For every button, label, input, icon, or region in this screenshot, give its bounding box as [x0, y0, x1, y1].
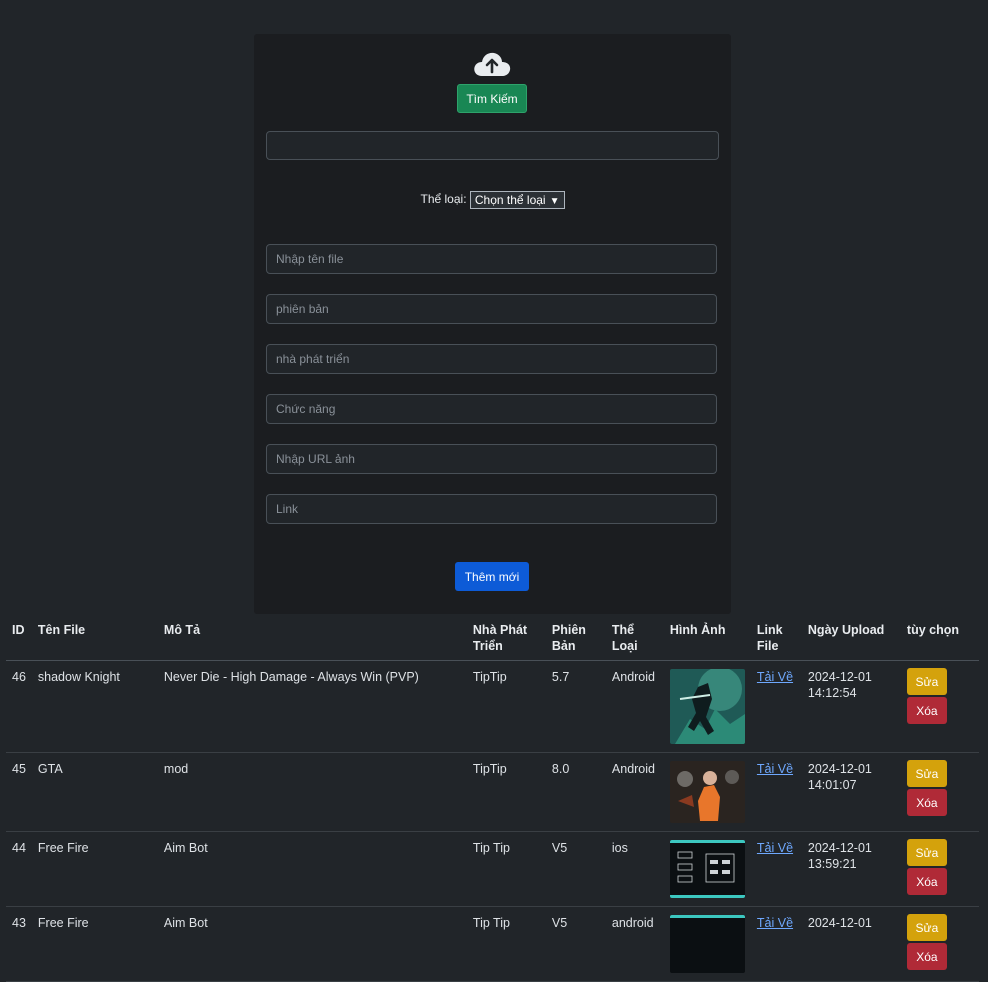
cell-link: Tải Về [750, 831, 802, 907]
table-row: 46 shadow Knight Never Die - High Damage… [6, 660, 979, 753]
table-row: 44 Free Fire Aim Bot Tip Tip V5 ios Tải … [6, 831, 979, 907]
cell-category: android [605, 906, 664, 982]
col-dev: Nhà Phát Triển [466, 616, 546, 661]
upload-date: 2024-12-01 [807, 670, 872, 684]
shadow-knight-thumbnail [669, 669, 745, 744]
upload-date: 2024-12-01 [807, 916, 872, 930]
col-image: Hình Ảnh [663, 616, 751, 661]
cell-options: Sửa Xóa [900, 752, 979, 832]
cell-link: Tải Về [750, 752, 802, 832]
cell-version: 5.7 [545, 660, 606, 753]
chevron-down-icon: ▼ [549, 196, 560, 207]
upload-time: 13:59:21 [807, 857, 857, 871]
free-fire-thumbnail [669, 915, 745, 973]
cell-desc: Aim Bot [157, 906, 467, 982]
files-table: ID Tên File Mô Tả Nhà Phát Triển Phiên B… [6, 616, 979, 982]
edit-button[interactable]: Sửa [906, 914, 947, 941]
table-row: 45 GTA mod TipTip 8.0 Android Tải Về 202… [6, 752, 979, 832]
add-new-button[interactable]: Thêm mới [455, 562, 529, 591]
delete-button[interactable]: Xóa [906, 789, 947, 816]
link-input[interactable] [266, 494, 717, 524]
function-input[interactable] [266, 394, 717, 424]
cell-desc: Aim Bot [157, 831, 467, 907]
cell-id: 44 [6, 831, 32, 907]
cell-date: 2024-12-01 13:59:21 [801, 831, 901, 907]
category-select-value: Chọn thể loại [474, 193, 546, 207]
cell-link: Tải Về [750, 906, 802, 982]
cell-id: 45 [6, 752, 32, 832]
delete-button[interactable]: Xóa [906, 697, 947, 724]
download-link[interactable]: Tải Về [757, 762, 793, 776]
category-label: Thể loại: [420, 192, 467, 207]
col-options: tùy chọn [900, 616, 979, 661]
cell-options: Sửa Xóa [900, 906, 979, 982]
cell-category: ios [605, 831, 664, 907]
category-select[interactable]: Chọn thể loại ▼ [469, 191, 565, 209]
upload-time: 14:12:54 [807, 686, 857, 700]
table-row: 43 Free Fire Aim Bot Tip Tip V5 android … [6, 906, 979, 982]
cell-dev: Tip Tip [466, 906, 546, 982]
cell-name: Free Fire [31, 831, 158, 907]
col-category: Thể Loại [605, 616, 664, 661]
cell-desc: Never Die - High Damage - Always Win (PV… [157, 660, 467, 753]
delete-button[interactable]: Xóa [906, 943, 947, 970]
cell-options: Sửa Xóa [900, 660, 979, 753]
col-name: Tên File [31, 616, 158, 661]
cloud-upload-icon [474, 52, 511, 76]
cell-name: shadow Knight [31, 660, 158, 753]
cell-image [663, 660, 751, 753]
cell-image [663, 752, 751, 832]
cell-date: 2024-12-01 14:12:54 [801, 660, 901, 753]
upload-date: 2024-12-01 [807, 841, 872, 855]
download-link[interactable]: Tải Về [757, 670, 793, 684]
cell-date: 2024-12-01 14:01:07 [801, 752, 901, 832]
col-version: Phiên Bản [545, 616, 606, 661]
free-fire-thumbnail [669, 840, 745, 898]
image-url-input[interactable] [266, 444, 717, 474]
col-desc: Mô Tả [157, 616, 467, 661]
gta-thumbnail [669, 761, 745, 823]
cell-version: V5 [545, 906, 606, 982]
cell-image [663, 906, 751, 982]
cell-image [663, 831, 751, 907]
developer-input[interactable] [266, 344, 717, 374]
cell-id: 46 [6, 660, 32, 753]
cell-options: Sửa Xóa [900, 831, 979, 907]
col-date: Ngày Upload [801, 616, 901, 661]
upload-date: 2024-12-01 [807, 762, 872, 776]
cell-version: V5 [545, 831, 606, 907]
cell-version: 8.0 [545, 752, 606, 832]
search-button[interactable]: Tìm Kiếm [457, 84, 527, 113]
edit-button[interactable]: Sửa [906, 668, 947, 695]
upload-form-card: Tìm Kiếm Thể loại: Chọn thể loại▼ Thêm m… [254, 34, 731, 614]
cell-category: Android [605, 660, 664, 753]
cell-category: Android [605, 752, 664, 832]
version-input[interactable] [266, 294, 717, 324]
cell-dev: TipTip [466, 752, 546, 832]
edit-button[interactable]: Sửa [906, 760, 947, 787]
col-id: ID [6, 616, 32, 661]
download-link[interactable]: Tải Về [757, 841, 793, 855]
cell-link: Tải Về [750, 660, 802, 753]
file-picker-input[interactable] [266, 131, 719, 160]
cell-dev: Tip Tip [466, 831, 546, 907]
cell-dev: TipTip [466, 660, 546, 753]
upload-time: 14:01:07 [807, 778, 857, 792]
cell-name: Free Fire [31, 906, 158, 982]
col-link: Link File [750, 616, 802, 661]
cell-id: 43 [6, 906, 32, 982]
cell-date: 2024-12-01 [801, 906, 901, 982]
category-row: Thể loại: Chọn thể loại ▼ [254, 191, 731, 209]
cell-name: GTA [31, 752, 158, 832]
cell-desc: mod [157, 752, 467, 832]
delete-button[interactable]: Xóa [906, 868, 947, 895]
table-header-row: ID Tên File Mô Tả Nhà Phát Triển Phiên B… [6, 616, 979, 661]
download-link[interactable]: Tải Về [757, 916, 793, 930]
edit-button[interactable]: Sửa [906, 839, 947, 866]
file-name-input[interactable] [266, 244, 717, 274]
